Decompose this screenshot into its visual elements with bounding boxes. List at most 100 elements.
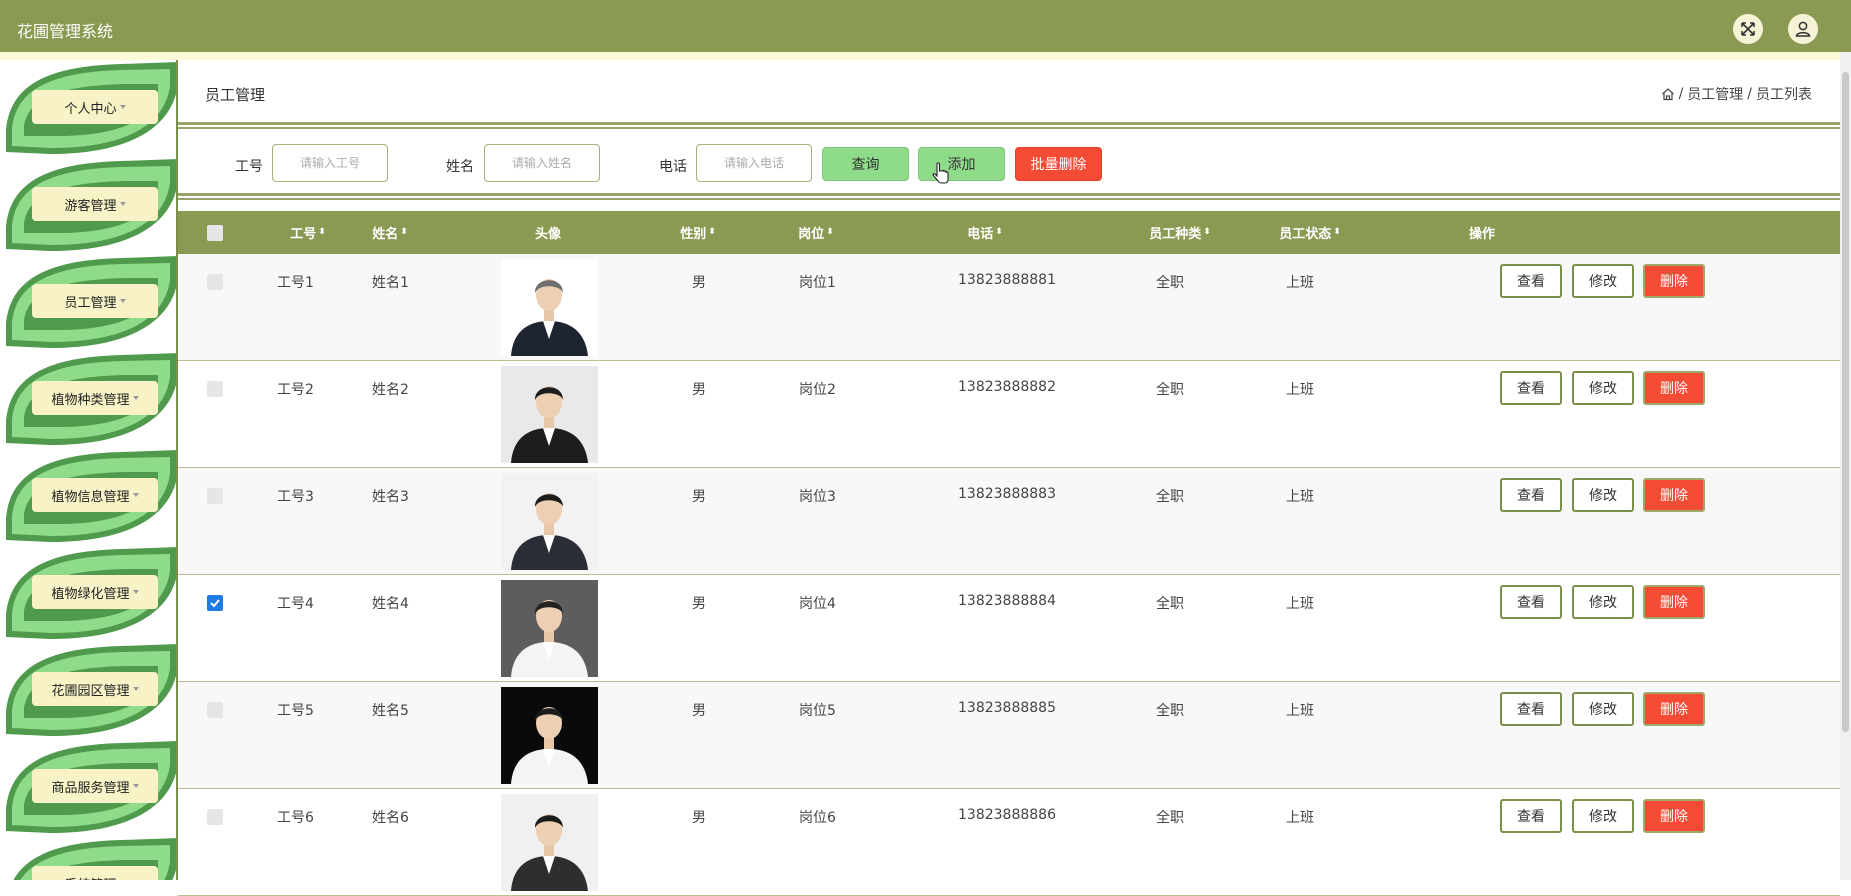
sidebar-item[interactable]: 游客管理 (2, 157, 178, 251)
home-icon[interactable] (1661, 87, 1675, 101)
delete-button[interactable]: 删除 (1643, 371, 1705, 405)
col-type[interactable]: 员工种类 ⬍ (1120, 211, 1240, 254)
scrollbar-thumb[interactable] (1842, 72, 1849, 732)
sidebar-item-label: 系统管理 (64, 874, 116, 881)
check-icon (210, 599, 220, 608)
page-header: 员工管理 / 员工管理 / 员工列表 (178, 60, 1840, 122)
edit-button[interactable]: 修改 (1572, 799, 1634, 833)
app-title: 花圃管理系统 (17, 22, 114, 41)
sort-icon[interactable]: ⬍ (318, 228, 326, 237)
col-status[interactable]: 员工状态 ⬍ (1250, 211, 1370, 254)
employee-avatar (501, 366, 598, 463)
edit-button[interactable]: 修改 (1572, 585, 1634, 619)
col-name[interactable]: 姓名 ⬍ (350, 211, 430, 254)
edit-button[interactable]: 修改 (1572, 692, 1634, 726)
query-button[interactable]: 查询 (822, 147, 909, 181)
row-checkbox[interactable] (207, 488, 223, 504)
col-post[interactable]: 岗位 ⬍ (766, 211, 866, 254)
sidebar-item[interactable]: 植物信息管理 (2, 448, 178, 542)
sidebar-item-label: 植物绿化管理 (51, 586, 130, 602)
employee-avatar (501, 259, 598, 356)
sort-icon[interactable]: ⬍ (1203, 228, 1211, 237)
view-button[interactable]: 查看 (1500, 264, 1562, 298)
cell-gonghao: 工号3 (277, 489, 314, 505)
fullscreen-icon (1741, 22, 1755, 36)
cell-name: 姓名3 (372, 489, 409, 505)
cell-post: 岗位5 (799, 703, 836, 719)
sort-icon[interactable]: ⬍ (995, 228, 1003, 237)
table-header: 工号 ⬍ 姓名 ⬍ 头像 性别 ⬍ 岗位 ⬍ 电话 ⬍ 员工种类 ⬍ 员工状态 ⬍ 操作 (178, 211, 1840, 254)
sidebar-item[interactable]: 植物种类管理 (2, 351, 178, 445)
delete-button[interactable]: 删除 (1643, 264, 1705, 298)
cell-gender: 男 (692, 382, 706, 398)
cell-type: 全职 (1156, 275, 1184, 291)
sidebar-item-pill: 游客管理 (32, 187, 158, 221)
fullscreen-button[interactable] (1733, 14, 1763, 44)
edit-button[interactable]: 修改 (1572, 371, 1634, 405)
avatar (501, 687, 598, 784)
page-scrollbar[interactable] (1840, 52, 1851, 880)
view-button[interactable]: 查看 (1500, 585, 1562, 619)
breadcrumb-separator: / (1747, 86, 1752, 102)
avatar (501, 580, 598, 677)
col-gonghao[interactable]: 工号 ⬍ (268, 211, 348, 254)
edit-button[interactable]: 修改 (1572, 478, 1634, 512)
chevron-down-icon (119, 299, 126, 303)
batch-delete-button[interactable]: 批量删除 (1015, 147, 1102, 181)
cell-type: 全职 (1156, 596, 1184, 612)
table-row: 工号1 姓名1 男 岗位1 13823888881 全职 上班 查看 修改 删除 (178, 254, 1840, 361)
sidebar-item[interactable]: 植物绿化管理 (2, 545, 178, 639)
sort-icon[interactable]: ⬍ (708, 228, 716, 237)
breadcrumb-separator: / (1678, 86, 1684, 102)
avatar (501, 366, 598, 463)
delete-button[interactable]: 删除 (1643, 692, 1705, 726)
cell-name: 姓名5 (372, 703, 409, 719)
sidebar-item-pill: 植物绿化管理 (32, 575, 158, 609)
sidebar-item[interactable]: 系统管理 (2, 836, 178, 880)
sidebar-item[interactable]: 员工管理 (2, 254, 178, 348)
edit-button[interactable]: 修改 (1572, 264, 1634, 298)
col-gender[interactable]: 性别 ⬍ (648, 211, 748, 254)
divider-bottom (178, 193, 1840, 200)
sidebar-item[interactable]: 商品服务管理 (2, 739, 178, 833)
row-checkbox[interactable] (207, 595, 223, 611)
sidebar-item-pill: 员工管理 (32, 284, 158, 318)
sort-icon[interactable]: ⬍ (826, 228, 834, 237)
cell-post: 岗位3 (799, 489, 836, 505)
main-content: 员工管理 / 员工管理 / 员工列表 工号 姓名 电话 查询 添加 批量删除 工… (178, 60, 1840, 896)
col-phone[interactable]: 电话 ⬍ (920, 211, 1050, 254)
breadcrumb-employee-manage[interactable]: 员工管理 (1687, 84, 1743, 104)
delete-button[interactable]: 删除 (1643, 478, 1705, 512)
user-menu-button[interactable] (1788, 14, 1818, 44)
view-button[interactable]: 查看 (1500, 692, 1562, 726)
row-checkbox[interactable] (207, 702, 223, 718)
select-all-checkbox[interactable] (205, 211, 225, 254)
sidebar-item[interactable]: 个人中心 (2, 60, 178, 154)
sort-icon[interactable]: ⬍ (400, 228, 408, 237)
phone-input[interactable] (696, 144, 812, 182)
divider-top (178, 122, 1840, 129)
view-button[interactable]: 查看 (1500, 478, 1562, 512)
sidebar-item-label: 植物种类管理 (51, 392, 130, 408)
row-checkbox[interactable] (207, 274, 223, 290)
sidebar-item-pill: 系统管理 (32, 866, 158, 880)
sort-icon[interactable]: ⬍ (1333, 228, 1341, 237)
view-button[interactable]: 查看 (1500, 799, 1562, 833)
view-button[interactable]: 查看 (1500, 371, 1562, 405)
sidebar-item[interactable]: 花圃园区管理 (2, 642, 178, 736)
gonghao-label: 工号 (235, 159, 263, 175)
row-checkbox[interactable] (207, 381, 223, 397)
cell-gender: 男 (692, 275, 706, 291)
cell-type: 全职 (1156, 810, 1184, 826)
row-checkbox[interactable] (207, 809, 223, 825)
cell-name: 姓名2 (372, 382, 409, 398)
chevron-down-icon (132, 590, 139, 594)
cell-gonghao: 工号5 (277, 703, 314, 719)
cell-gender: 男 (692, 703, 706, 719)
gonghao-input[interactable] (272, 144, 388, 182)
delete-button[interactable]: 删除 (1643, 585, 1705, 619)
name-input[interactable] (484, 144, 600, 182)
delete-button[interactable]: 删除 (1643, 799, 1705, 833)
cell-gonghao: 工号6 (277, 810, 314, 826)
cell-gender: 男 (692, 810, 706, 826)
